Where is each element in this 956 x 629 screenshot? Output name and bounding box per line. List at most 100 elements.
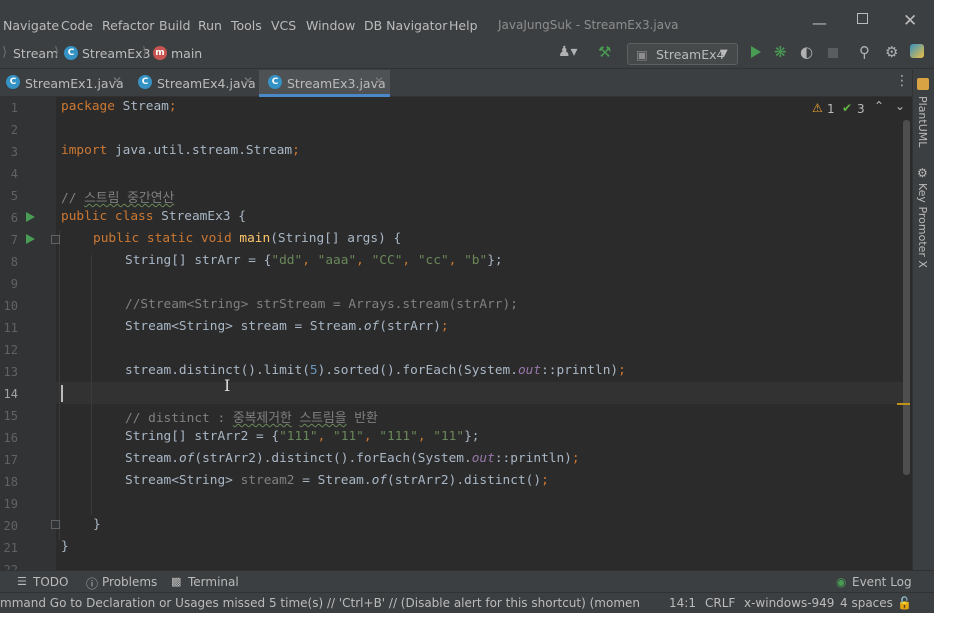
menu-navigate[interactable]: Navigate bbox=[3, 18, 59, 33]
menu-refactor[interactable]: Refactor bbox=[102, 18, 154, 33]
tab-streamex4[interactable]: C StreamEx4.java ✕ bbox=[130, 70, 258, 96]
menu-code[interactable]: Code bbox=[61, 18, 93, 33]
tab-streamex1[interactable]: C StreamEx1.java ✕ bbox=[0, 70, 129, 96]
search-icon[interactable]: ⚲ bbox=[859, 43, 870, 61]
terminal-button[interactable]: Terminal bbox=[188, 575, 239, 589]
window-title: JavaJungSuk - StreamEx3.java bbox=[498, 18, 679, 32]
fold-icon[interactable] bbox=[51, 235, 60, 244]
gear-icon[interactable]: ⚙ bbox=[885, 43, 898, 61]
class-icon: C bbox=[138, 75, 152, 89]
run-config-icon: ▣ bbox=[636, 47, 648, 62]
line-number: 8 bbox=[10, 255, 18, 269]
breadcrumb-separator-icon: ⟩ bbox=[142, 45, 148, 60]
chevron-down-icon[interactable]: ⌄ bbox=[895, 99, 905, 113]
menu-build[interactable]: Build bbox=[159, 18, 190, 33]
todo-icon: ☰ bbox=[17, 575, 27, 588]
line-separator[interactable]: CRLF bbox=[705, 596, 735, 610]
user-icon[interactable]: ♟▾ bbox=[558, 44, 578, 60]
menu-help[interactable]: Help bbox=[449, 18, 478, 33]
warning-stripe-marker[interactable] bbox=[897, 403, 910, 405]
indent-guide bbox=[91, 255, 92, 515]
weak-warning-icon[interactable]: ✔ bbox=[842, 101, 852, 115]
line-number: 19 bbox=[3, 497, 18, 511]
vertical-scrollbar[interactable] bbox=[903, 120, 910, 475]
code-line-11: Stream<String> stream = Stream.of(strArr… bbox=[125, 319, 449, 334]
menu-bar: Navigate Code Refactor Build Run Tools V… bbox=[0, 0, 934, 40]
indent-guide bbox=[59, 230, 60, 540]
method-icon: m bbox=[153, 46, 167, 60]
warning-count: 1 bbox=[827, 102, 835, 116]
code-line-6: public class StreamEx3 { bbox=[61, 209, 246, 224]
weak-warning-count: 3 bbox=[857, 102, 865, 116]
maximize-icon[interactable] bbox=[857, 13, 868, 24]
line-number: 18 bbox=[3, 475, 18, 489]
breadcrumb-package[interactable]: Stream bbox=[13, 46, 58, 61]
close-icon[interactable]: ✕ bbox=[903, 11, 917, 31]
run-icon[interactable] bbox=[751, 46, 761, 58]
tab-streamex3[interactable]: C StreamEx3.java ✕ bbox=[259, 70, 390, 97]
cursor-position[interactable]: 14:1 bbox=[669, 596, 696, 610]
breadcrumb-class[interactable]: StreamEx3 bbox=[82, 46, 150, 61]
line-number: 3 bbox=[10, 145, 18, 159]
status-message[interactable]: mmand Go to Declaration or Usages missed… bbox=[0, 596, 640, 610]
status-bar: mmand Go to Declaration or Usages missed… bbox=[0, 592, 934, 613]
code-line-15: // distinct : 중복제거한 스트림을 반환 bbox=[125, 411, 378, 426]
line-number: 9 bbox=[10, 277, 18, 291]
chevron-down-icon: ▼ bbox=[720, 48, 728, 59]
debug-icon[interactable]: ❋ bbox=[774, 43, 787, 61]
fold-icon[interactable] bbox=[51, 520, 60, 529]
current-line-highlight bbox=[56, 382, 904, 404]
event-log-icon: ◉ bbox=[836, 575, 847, 589]
lock-icon[interactable]: 🔓 bbox=[897, 596, 912, 610]
build-hammer-icon[interactable]: ⚒ bbox=[598, 43, 611, 61]
line-number: 17 bbox=[3, 453, 18, 467]
tab-label: StreamEx4.java bbox=[157, 76, 256, 91]
menu-vcs[interactable]: VCS bbox=[271, 18, 296, 33]
run-configuration-select[interactable]: ▣ StreamEx4 ▼ bbox=[627, 43, 738, 65]
breadcrumb-separator-icon: ⟩ bbox=[54, 45, 60, 60]
line-number: 1 bbox=[10, 101, 18, 115]
line-number: 21 bbox=[3, 541, 18, 555]
coverage-icon[interactable]: ◐ bbox=[800, 43, 813, 61]
code-line-20: } bbox=[93, 517, 101, 532]
warning-icon[interactable]: ⚠ bbox=[812, 101, 823, 115]
problems-icon: ⓘ bbox=[86, 577, 99, 591]
close-tab-icon[interactable]: ✕ bbox=[243, 74, 253, 88]
run-class-icon[interactable] bbox=[26, 212, 35, 222]
line-number: 6 bbox=[10, 211, 18, 225]
breadcrumb-separator-icon: ⟩ bbox=[2, 45, 8, 60]
close-tab-icon[interactable]: ✕ bbox=[374, 74, 384, 88]
stop-icon[interactable] bbox=[828, 48, 838, 58]
menu-window[interactable]: Window bbox=[306, 18, 355, 33]
event-log-button[interactable]: Event Log bbox=[852, 575, 912, 589]
tab-label: StreamEx1.java bbox=[25, 76, 124, 91]
ide-window: Navigate Code Refactor Build Run Tools V… bbox=[0, 0, 934, 613]
editor-tab-bar: C StreamEx1.java ✕ C StreamEx4.java ✕ C … bbox=[0, 70, 912, 97]
close-tab-icon[interactable]: ✕ bbox=[112, 74, 122, 88]
plantuml-panel-button[interactable]: PlantUML bbox=[916, 96, 929, 147]
menu-tools[interactable]: Tools bbox=[231, 18, 262, 33]
code-line-13: stream.distinct().limit(5).sorted().forE… bbox=[125, 363, 626, 378]
line-number: 2 bbox=[10, 123, 18, 137]
menu-run[interactable]: Run bbox=[198, 18, 222, 33]
run-main-icon[interactable] bbox=[26, 234, 35, 244]
plugin-icon[interactable] bbox=[910, 44, 924, 58]
indent-setting[interactable]: 4 spaces bbox=[840, 596, 893, 610]
key-promoter-panel-button[interactable]: Key Promoter X bbox=[916, 183, 929, 268]
code-line-8: String[] strArr = {"dd", "aaa", "CC", "c… bbox=[125, 253, 503, 268]
class-icon: C bbox=[6, 75, 20, 89]
key-promoter-icon: ⚙ bbox=[917, 166, 928, 180]
chevron-up-icon[interactable]: ⌃ bbox=[874, 99, 884, 113]
plantuml-icon bbox=[917, 78, 929, 90]
terminal-icon: ▩ bbox=[171, 575, 182, 588]
code-line-17: Stream.of(strArr2).distinct().forEach(Sy… bbox=[125, 451, 580, 466]
todo-button[interactable]: TODO bbox=[33, 575, 68, 589]
problems-button[interactable]: Problems bbox=[102, 575, 157, 589]
breadcrumb-method[interactable]: main bbox=[171, 46, 202, 61]
menu-db-navigator[interactable]: DB Navigator bbox=[364, 18, 447, 33]
file-encoding[interactable]: x-windows-949 bbox=[744, 596, 834, 610]
line-number: 14 bbox=[3, 387, 18, 401]
line-number: 11 bbox=[3, 321, 18, 335]
more-tabs-icon[interactable]: ⋮ bbox=[895, 73, 909, 89]
minimize-icon[interactable]: — bbox=[812, 14, 827, 32]
